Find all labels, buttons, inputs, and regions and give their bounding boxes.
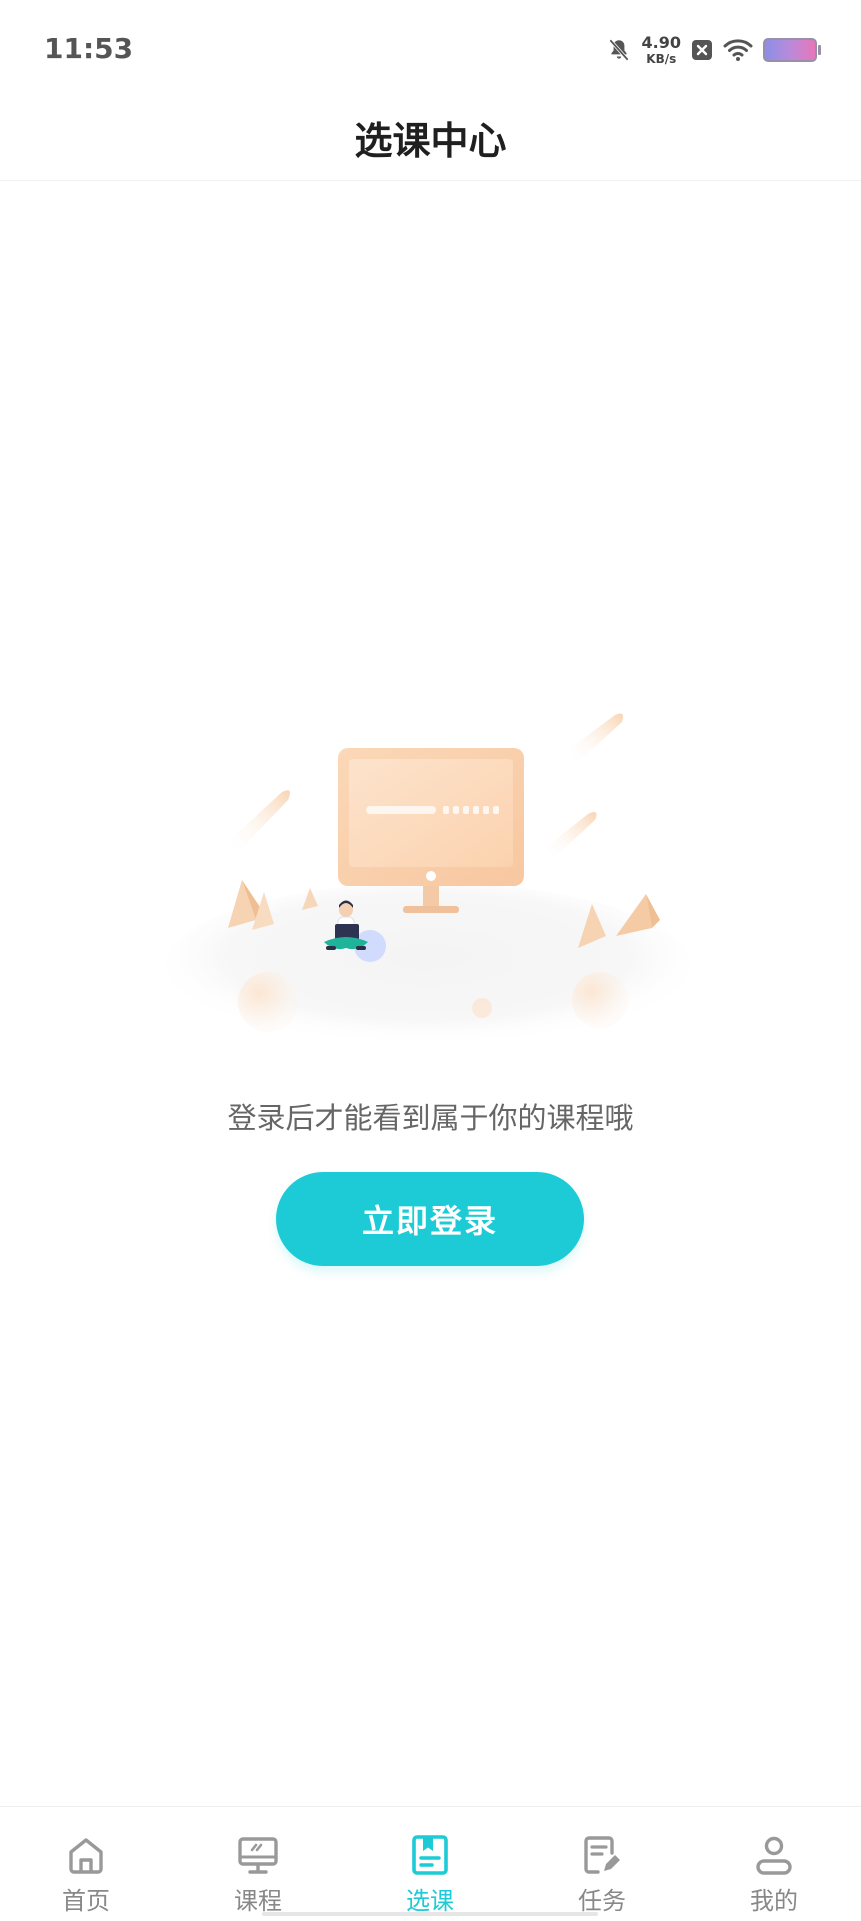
page-title: 选课中心 <box>354 119 507 163</box>
wifi-icon <box>723 39 753 61</box>
home-indicator[interactable] <box>262 1912 598 1916</box>
status-bar: 11:53 4.90 KB/s <box>0 0 861 100</box>
network-speed-value: 4.90 <box>641 33 681 52</box>
battery-icon <box>763 38 821 62</box>
tab-courses[interactable]: 课程 <box>172 1807 344 1921</box>
tab-select-course-label: 选课 <box>406 1887 454 1915</box>
network-speed: 4.90 KB/s <box>641 33 681 66</box>
tab-mine[interactable]: 我的 <box>688 1807 860 1921</box>
tab-tasks-label: 任务 <box>578 1887 626 1915</box>
monitor-icon <box>238 1837 278 1874</box>
status-icons: 4.90 KB/s <box>606 30 821 70</box>
bookmark-book-icon <box>412 1835 448 1875</box>
status-time: 11:53 <box>44 32 134 65</box>
tab-home[interactable]: 首页 <box>0 1807 172 1921</box>
tab-select-course[interactable]: 选课 <box>344 1807 516 1921</box>
empty-state-message: 登录后才能看到属于你的课程哦 <box>227 1101 634 1135</box>
bell-muted-icon <box>608 39 629 61</box>
tab-courses-label: 课程 <box>234 1887 282 1915</box>
network-speed-unit: KB/s <box>646 52 677 66</box>
close-box-icon <box>692 40 712 60</box>
header: 选课中心 <box>0 100 861 181</box>
bottom-tab-bar: 首页 课程 选课 任务 我的 <box>0 1806 861 1921</box>
tab-tasks[interactable]: 任务 <box>516 1807 688 1921</box>
person-icon <box>756 1836 792 1875</box>
login-button[interactable]: 立即登录 <box>276 1172 584 1266</box>
computer-desk-illustration <box>166 713 690 1047</box>
tab-home-label: 首页 <box>62 1887 110 1915</box>
task-edit-icon <box>584 1836 620 1874</box>
tab-mine-label: 我的 <box>750 1887 798 1915</box>
home-icon <box>69 1838 103 1874</box>
